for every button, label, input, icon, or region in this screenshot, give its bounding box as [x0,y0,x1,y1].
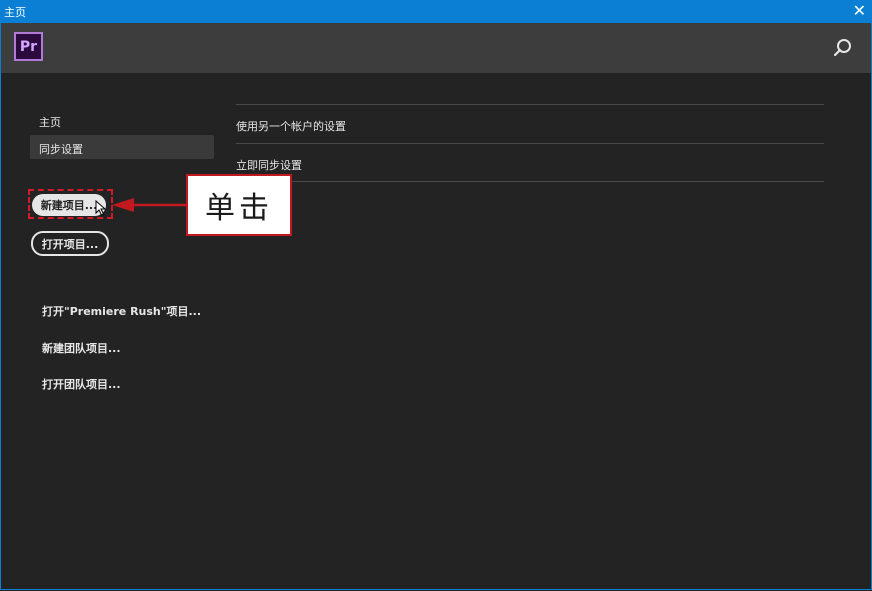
annotation-callout: 单击 [186,174,292,236]
open-premiere-rush-project-link[interactable]: 打开"Premiere Rush"项目... [42,303,201,319]
sidebar-item-label: 同步设置 [39,143,83,156]
mouse-cursor-icon [95,200,107,216]
divider [236,104,824,105]
app-header: Pr [0,23,872,73]
search-icon[interactable] [832,37,854,59]
divider [236,143,824,144]
premiere-logo: Pr [14,32,43,61]
window-titlebar: 主页 ✕ [0,0,872,23]
sync-settings-now-option[interactable]: 立即同步设置 [236,157,302,173]
window-title: 主页 [4,6,26,19]
open-project-button[interactable]: 打开项目... [31,231,109,256]
open-team-project-link[interactable]: 打开团队项目... [42,376,121,392]
close-icon[interactable]: ✕ [853,1,866,21]
new-team-project-link[interactable]: 新建团队项目... [42,340,121,356]
divider [236,181,824,182]
annotation-arrow-icon [112,198,188,212]
sidebar-item-sync-settings[interactable]: 同步设置 [30,135,214,159]
sidebar-item-home[interactable]: 主页 [39,114,61,130]
use-other-account-settings-option[interactable]: 使用另一个帐户的设置 [236,118,346,134]
